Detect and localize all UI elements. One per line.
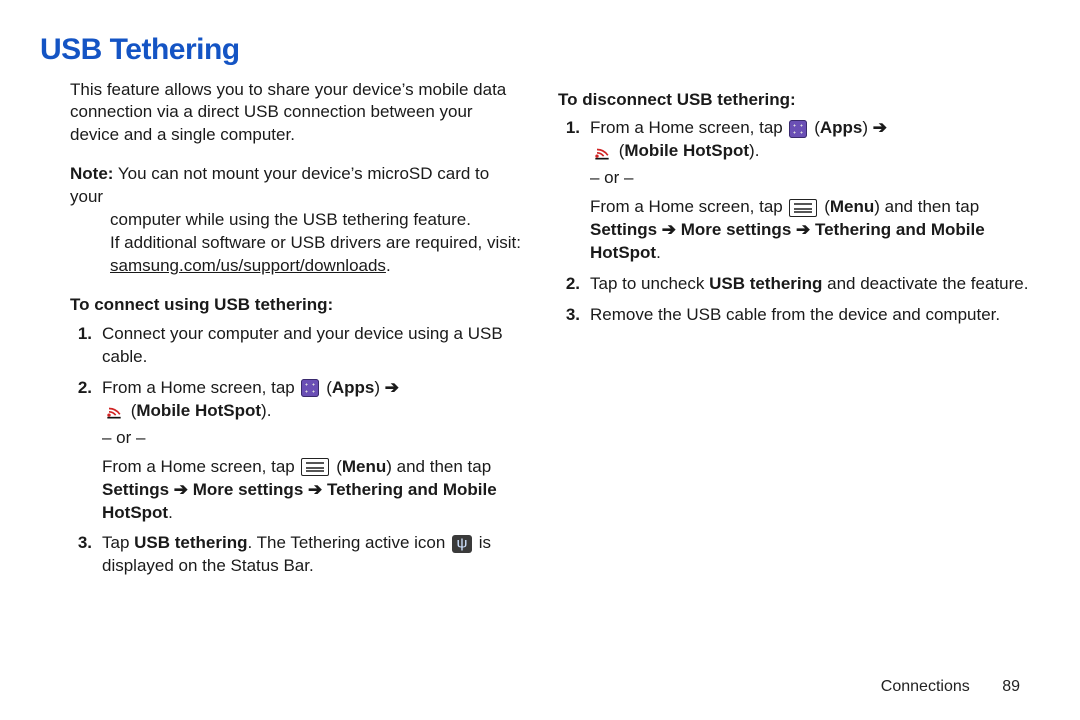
- step-3-body: Tap USB tethering. The Tethering active …: [102, 532, 522, 578]
- support-link[interactable]: samsung.com/us/support/downloads: [110, 256, 386, 275]
- d-step-2-body: Tap to uncheck USB tethering and deactiv…: [590, 273, 1040, 296]
- disconnect-heading: To disconnect USB tethering:: [558, 89, 1040, 112]
- step-2-body: From a Home screen, tap (Apps) ➔ (Mobile…: [102, 377, 522, 525]
- list-item: 1. From a Home screen, tap (Apps) ➔ (Mob…: [558, 117, 1040, 265]
- left-column: This feature allows you to share your de…: [40, 79, 522, 593]
- apps-icon: [301, 379, 319, 397]
- note-label: Note:: [70, 164, 113, 183]
- d-step-3-body: Remove the USB cable from the device and…: [590, 304, 1040, 327]
- note-line2: computer while using the USB tethering f…: [110, 210, 471, 229]
- two-column-layout: This feature allows you to share your de…: [40, 79, 1040, 593]
- note-block: Note: You can not mount your device’s mi…: [40, 163, 522, 278]
- d-step-1-body: From a Home screen, tap (Apps) ➔ (Mobile…: [590, 117, 1040, 265]
- list-item: 2. Tap to uncheck USB tethering and deac…: [558, 273, 1040, 296]
- page-title: USB Tethering: [40, 30, 1040, 71]
- menu-icon: [301, 458, 329, 476]
- list-item: 1. Connect your computer and your device…: [70, 323, 522, 369]
- connect-steps: 1. Connect your computer and your device…: [40, 323, 522, 578]
- page-number: 89: [1002, 678, 1020, 695]
- right-column: To disconnect USB tethering: 1. From a H…: [558, 79, 1040, 593]
- step-1-body: Connect your computer and your device us…: [102, 323, 522, 369]
- list-item: 3. Tap USB tethering. The Tethering acti…: [70, 532, 522, 578]
- note-line1: You can not mount your device’s microSD …: [70, 164, 489, 206]
- or-separator: – or –: [590, 167, 1040, 190]
- intro-paragraph: This feature allows you to share your de…: [40, 79, 522, 148]
- apps-icon: [789, 120, 807, 138]
- page-footer: Connections 89: [881, 676, 1020, 698]
- hotspot-icon: [104, 400, 124, 423]
- note-line3: If additional software or USB drivers ar…: [110, 233, 521, 252]
- connect-heading: To connect using USB tethering:: [70, 294, 522, 317]
- footer-section: Connections: [881, 678, 970, 695]
- menu-icon: [789, 199, 817, 217]
- tethering-active-icon: [452, 535, 472, 553]
- or-separator: – or –: [102, 427, 522, 450]
- hotspot-icon: [592, 140, 612, 163]
- disconnect-steps: 1. From a Home screen, tap (Apps) ➔ (Mob…: [558, 117, 1040, 327]
- list-item: 3. Remove the USB cable from the device …: [558, 304, 1040, 327]
- list-item: 2. From a Home screen, tap (Apps) ➔ (Mob…: [70, 377, 522, 525]
